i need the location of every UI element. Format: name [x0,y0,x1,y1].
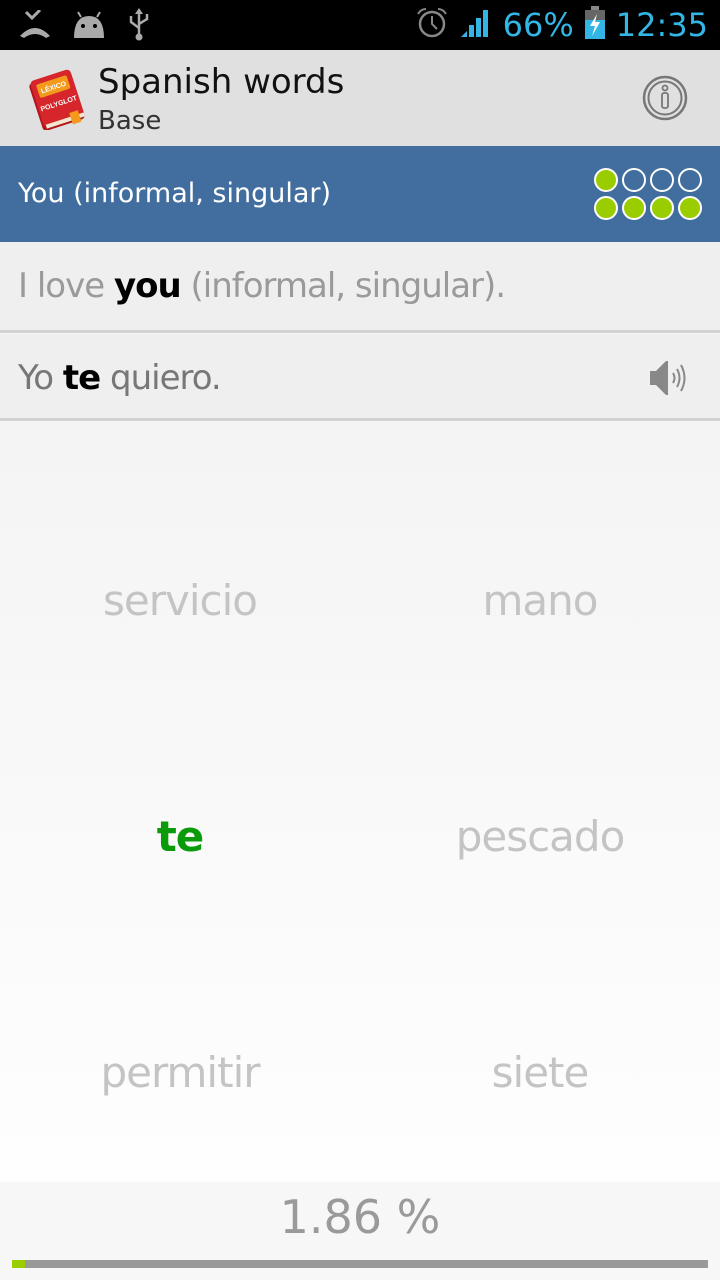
sentence-highlight: you [113,266,182,306]
choice-option[interactable]: servicio [0,576,360,625]
word-header: You (informal, singular) [0,146,720,242]
app-title: Spanish words [98,62,345,102]
progress-dot-filled [594,168,618,192]
battery-percent: 66% [502,6,574,44]
info-button[interactable] [642,75,688,121]
status-bar: 66% 12:35 [0,0,720,50]
sentence-text-after: quiero. [100,358,222,398]
sentence-spanish-text: Yo te quiero. [18,358,222,398]
signal-icon [459,7,493,44]
app-subtitle: Base [98,106,162,136]
alarm-icon [415,6,449,45]
sentence-highlight: te [62,358,101,398]
progress-dot-empty [650,168,674,192]
progress-dot-filled [622,196,646,220]
choice-option[interactable]: mano [360,576,720,625]
action-bar: LÉXICO POLYGLOT Spanish words Base [0,50,720,147]
choice-option[interactable]: te [0,812,360,861]
android-debug-icon [70,10,108,45]
usb-icon [126,8,152,47]
progress-bar [12,1260,708,1268]
choice-option[interactable]: siete [360,1048,720,1097]
progress-bar-fill [12,1260,25,1268]
choice-option[interactable]: permitir [0,1048,360,1097]
sentence-text-before: I love [18,266,114,306]
sentence-spanish: Yo te quiero. [0,334,720,421]
info-icon [642,75,688,121]
progress-dot-filled [650,196,674,220]
progress-dot-filled [678,196,702,220]
progress-dot-empty [678,168,702,192]
battery-charging-icon [584,5,606,45]
choice-option[interactable]: pescado [360,812,720,861]
progress-dot-filled [594,196,618,220]
sentence-text-before: Yo [18,358,63,398]
word-title: You (informal, singular) [18,178,332,209]
sentence-english: I love you (informal, singular). [0,242,720,333]
sentence-text-after: (informal, singular). [180,266,506,306]
play-audio-button[interactable] [646,358,692,398]
speaker-icon [650,361,686,395]
progress-percent: 1.86 % [279,1190,441,1244]
learning-progress-dots [594,168,702,220]
answer-choices: servicio mano te pescado permitir siete [0,422,720,1182]
app-logo-icon[interactable]: LÉXICO POLYGLOT [24,66,90,131]
clock: 12:35 [615,6,708,44]
progress-dot-empty [622,168,646,192]
sentence-english-text: I love you (informal, singular). [18,266,506,306]
missed-call-icon [18,8,52,45]
